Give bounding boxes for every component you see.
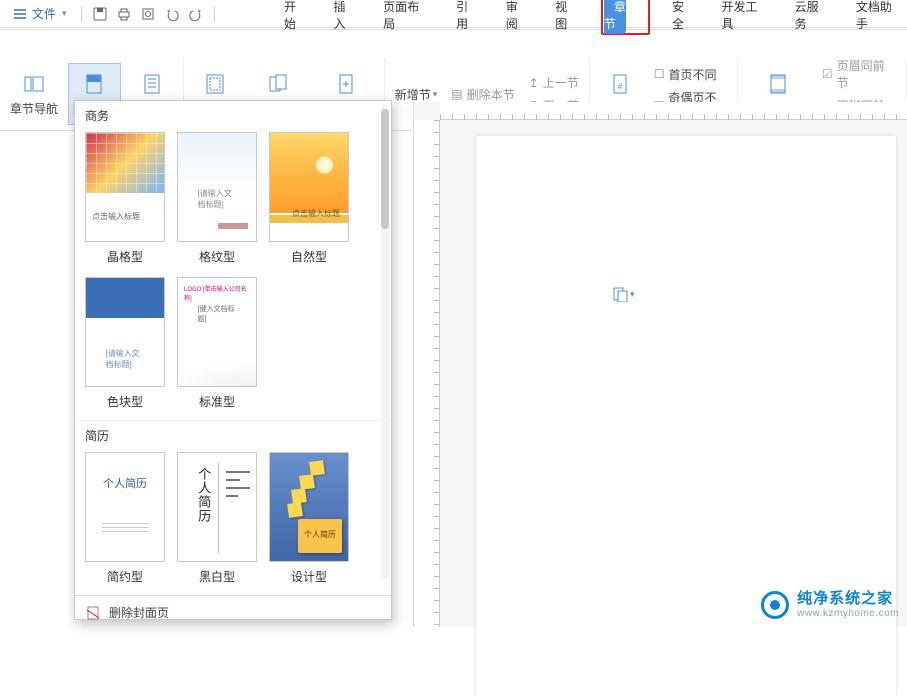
thumb-label: 黑白型 (199, 568, 235, 585)
thumb-logo: LOGO [单击输入公司名称] (184, 284, 250, 302)
thumb-preview: LOGO [单击输入公司名称] [键入文档标题] (177, 277, 257, 387)
tab-layout[interactable]: 页面布局 (379, 0, 434, 36)
thumb-caption: [请输入文档标题] (106, 348, 145, 370)
papersize-icon (334, 72, 358, 96)
tab-reference[interactable]: 引用 (452, 0, 484, 36)
cover-thumb-jianyue[interactable]: 个人简历 简约型 (85, 452, 165, 585)
thumb-preview: 点击输入标题 (269, 132, 349, 242)
dropdown-section-business: 商务 (75, 101, 391, 128)
thumb-caption: 点击输入标题 (292, 208, 340, 219)
paste-options-button[interactable]: ▾ (612, 286, 635, 302)
thumb-label: 色块型 (107, 393, 143, 410)
tab-section[interactable]: 章节 (604, 0, 626, 34)
section-nav-button[interactable]: 章节导航 (6, 63, 62, 125)
first-page-diff-checkbox[interactable]: 首页不同 (654, 66, 717, 83)
scroll-thumb[interactable] (381, 109, 389, 229)
thumb-caption: 个人简历 (103, 475, 147, 491)
delete-section-button[interactable]: ▤ 删除本节 (451, 86, 514, 103)
cover-thumb-heibai[interactable]: 个人简历 黑白型 (177, 452, 257, 585)
resume-grid: 个人简历 简约型 个人简历 黑白型 个人简历 设计型 (75, 448, 391, 595)
horizontal-ruler[interactable] (440, 102, 907, 120)
delete-cover-item[interactable]: 删除封面页 (75, 595, 391, 629)
business-grid: 点击输入标题 晶格型 [请输入文档标题] 格纹型 点击输入标题 自然型 [请输入… (75, 128, 391, 420)
thumb-label: 简约型 (107, 568, 143, 585)
watermark-logo-icon (761, 591, 789, 619)
toc-icon (140, 72, 164, 96)
dropdown-scrollbar[interactable] (381, 105, 389, 579)
thumb-label: 标准型 (199, 393, 235, 410)
thumb-preview: 个人简历 (269, 452, 349, 562)
watermark-title: 纯净系统之家 (797, 590, 899, 607)
tab-view[interactable]: 视图 (551, 0, 583, 36)
dropdown-section-resume: 简历 (75, 420, 391, 448)
cover-thumb-biaozhun[interactable]: LOGO [单击输入公司名称] [键入文档标题] 标准型 (177, 277, 257, 410)
new-section-label: 新增节▾ (395, 86, 438, 103)
thumb-preview: 个人简历 (85, 452, 165, 562)
thumb-caption: 个人简历 (196, 467, 210, 523)
cover-page-dropdown: 商务 点击输入标题 晶格型 [请输入文档标题] 格纹型 点击输入标题 自然型 (74, 100, 392, 620)
section-nav-label: 章节导航 (10, 100, 58, 117)
pagenum-icon: # (608, 72, 632, 96)
prev-section-button[interactable]: ↥ 上一节 (529, 74, 579, 91)
delete-cover-icon (85, 605, 101, 621)
header-same-checkbox[interactable]: 页眉同前节 (822, 57, 896, 91)
prev-section-label: 上一节 (543, 74, 579, 91)
delete-section-icon: ▤ (451, 87, 462, 101)
thumb-preview: [请输入文档标题] (177, 132, 257, 242)
thumb-caption: [键入文档标题] (198, 304, 237, 324)
margin-icon (203, 72, 227, 96)
orientation-icon (266, 72, 290, 96)
first-page-diff-label: 首页不同 (669, 66, 717, 83)
up-icon: ↥ (529, 76, 539, 90)
thumb-label: 格纹型 (199, 248, 235, 265)
tab-review[interactable]: 审阅 (502, 0, 534, 36)
cover-thumb-jingge[interactable]: 点击输入标题 晶格型 (85, 132, 165, 265)
header-same-label: 页眉同前节 (837, 57, 896, 91)
chevron-down-icon: ▾ (630, 289, 635, 300)
tab-dochelper[interactable]: 文档助手 (852, 0, 907, 36)
svg-text:#: # (618, 82, 623, 91)
thumb-caption: [请输入文档标题] (198, 188, 237, 210)
delete-cover-label: 删除封面页 (109, 604, 169, 621)
thumb-label: 自然型 (291, 248, 327, 265)
thumb-caption: 点击输入标题 (92, 211, 140, 222)
cover-thumb-sheji[interactable]: 个人简历 设计型 (269, 452, 349, 585)
tab-security[interactable]: 安全 (668, 0, 700, 36)
cover-thumb-gewen[interactable]: [请输入文档标题] 格纹型 (177, 132, 257, 265)
ribbon-tabs: 开始 插入 页面布局 引用 审阅 视图 章节 安全 开发工具 云服务 文档助手 (0, 0, 907, 30)
thumb-preview: 个人简历 (177, 452, 257, 562)
tab-cloud[interactable]: 云服务 (791, 0, 834, 36)
thumb-caption: 个人简历 (304, 529, 336, 540)
header-footer-icon (766, 72, 790, 96)
thumb-label: 设计型 (291, 568, 327, 585)
thumb-label: 晶格型 (107, 248, 143, 265)
watermark: 纯净系统之家 www.kzmyhome.com (761, 590, 899, 619)
paste-options-icon (612, 286, 628, 302)
delete-section-label: 删除本节 (467, 86, 515, 103)
cover-thumb-sekuai[interactable]: [请输入文档标题] 色块型 (85, 277, 165, 410)
nav-icon (22, 72, 46, 96)
thumb-preview: 点击输入标题 (85, 132, 165, 242)
cover-page-icon (82, 72, 106, 96)
thumb-preview: [请输入文档标题] (85, 277, 165, 387)
vertical-ruler[interactable] (414, 120, 440, 627)
tab-section-highlight: 章节 (601, 0, 650, 35)
tab-devtools[interactable]: 开发工具 (718, 0, 773, 36)
tab-insert[interactable]: 插入 (330, 0, 362, 36)
document-canvas: ▾ (413, 102, 907, 627)
watermark-url: www.kzmyhome.com (797, 608, 899, 620)
tab-start[interactable]: 开始 (280, 0, 312, 36)
cover-thumb-ziran[interactable]: 点击输入标题 自然型 (269, 132, 349, 265)
